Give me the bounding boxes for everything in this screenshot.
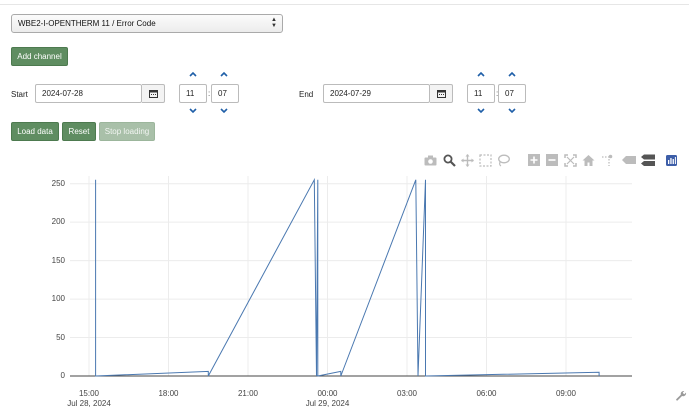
hover-closest-icon[interactable] [622, 153, 636, 167]
end-minute-value: 07 [505, 89, 514, 98]
start-time-separator: : [208, 89, 211, 98]
end-hour-up-button[interactable] [475, 69, 487, 79]
wrench-icon[interactable] [675, 389, 687, 401]
end-minute-up-button[interactable] [506, 69, 518, 79]
chevron-down-icon [220, 108, 228, 114]
start-minute-input[interactable]: 07 [211, 84, 239, 103]
pan-icon[interactable] [460, 153, 474, 167]
x-tick-time: 09:00 [555, 389, 577, 398]
box-select-icon[interactable] [478, 153, 492, 167]
x-tick-time: 15:00 [78, 389, 100, 398]
top-divider [0, 4, 689, 5]
start-minute-down-button[interactable] [218, 106, 230, 116]
x-tick-time: 00:00 [317, 389, 338, 398]
y-tick-label: 100 [51, 294, 65, 304]
end-label: End [299, 90, 314, 99]
reset-label: Reset [68, 127, 90, 136]
x-tick-label: 06:00 [457, 389, 517, 399]
x-tick-label: 00:00 Jul 29, 2024 [298, 389, 358, 409]
calendar-icon [148, 90, 158, 98]
load-data-button[interactable]: Load data [11, 122, 59, 141]
x-tick-time: 18:00 [158, 389, 179, 398]
x-tick-label: 03:00 [377, 389, 437, 399]
y-tick-label: 50 [56, 332, 65, 342]
lasso-select-icon[interactable] [496, 153, 510, 167]
start-hour-up-button[interactable] [187, 69, 199, 79]
start-calendar-button[interactable] [142, 84, 165, 103]
stop-loading-label: Stop loading [104, 127, 150, 136]
zoom-out-icon[interactable] [545, 153, 559, 167]
stop-loading-button[interactable]: Stop loading [99, 122, 155, 141]
x-tick-date: Jul 28, 2024 [67, 399, 111, 408]
end-date-value: 2024-07-29 [330, 89, 371, 98]
zoom-in-icon[interactable] [527, 153, 541, 167]
start-minute-up-button[interactable] [218, 69, 230, 79]
autoscale-icon[interactable] [563, 153, 577, 167]
x-tick-label: 21:00 [218, 389, 278, 399]
chart-series [95, 177, 600, 377]
reset-button[interactable]: Reset [62, 122, 96, 141]
x-tick-time: 21:00 [237, 389, 259, 398]
start-date-value: 2024-07-28 [42, 89, 83, 98]
calendar-icon [436, 90, 446, 98]
y-tick-label: 250 [51, 178, 65, 188]
end-minute-down-button[interactable] [506, 106, 518, 116]
plotly-logo-icon[interactable] [664, 153, 678, 167]
series-line [95, 177, 600, 377]
reset-axes-icon[interactable] [581, 153, 595, 167]
end-date-input[interactable]: 2024-07-29 [323, 84, 430, 103]
start-hour-down-button[interactable] [187, 106, 199, 116]
y-tick-label: 0 [60, 371, 65, 380]
start-label: Start [11, 90, 28, 99]
chevron-down-icon [189, 108, 197, 114]
camera-icon[interactable] [423, 153, 437, 167]
add-channel-label: Add channel [17, 52, 62, 61]
end-hour-input[interactable]: 11 [467, 84, 495, 103]
hover-compare-icon[interactable] [641, 153, 655, 167]
chevron-down-icon [508, 108, 516, 114]
x-tick-date: Jul 29, 2024 [305, 399, 350, 408]
channel-select-value: WBE2-I-OPENTHERM 11 / Error Code [18, 19, 156, 28]
start-hour-input[interactable]: 11 [179, 84, 207, 103]
spike-lines-icon[interactable] [600, 153, 614, 167]
y-tick-label: 150 [51, 255, 65, 265]
chevron-down-icon [477, 108, 485, 114]
chevron-up-icon [477, 71, 485, 77]
select-arrows-icon: ▲ ▼ [271, 17, 277, 29]
end-minute-input[interactable]: 07 [498, 84, 526, 103]
load-data-label: Load data [17, 127, 53, 136]
zoom-icon[interactable] [442, 153, 456, 167]
line-chart[interactable] [0, 0, 689, 411]
end-calendar-button[interactable] [430, 84, 453, 103]
x-tick-time: 06:00 [476, 389, 497, 398]
add-channel-button[interactable]: Add channel [11, 47, 68, 66]
end-hour-value: 11 [474, 89, 483, 98]
chevron-up-icon [220, 71, 228, 77]
x-tick-label: 15:00 Jul 28, 2024 [59, 389, 119, 409]
chevron-up-icon [189, 71, 197, 77]
chevron-up-icon [508, 71, 516, 77]
channel-select[interactable]: WBE2-I-OPENTHERM 11 / Error Code ▲ ▼ [11, 14, 283, 33]
x-tick-label: 18:00 [139, 389, 199, 399]
chart-grid [70, 176, 632, 376]
end-hour-down-button[interactable] [475, 106, 487, 116]
x-tick-label: 09:00 [536, 389, 596, 399]
start-minute-value: 07 [218, 89, 227, 98]
start-date-input[interactable]: 2024-07-28 [35, 84, 142, 103]
y-tick-label: 200 [51, 217, 65, 227]
start-hour-value: 11 [186, 89, 195, 98]
x-tick-time: 03:00 [396, 389, 418, 398]
